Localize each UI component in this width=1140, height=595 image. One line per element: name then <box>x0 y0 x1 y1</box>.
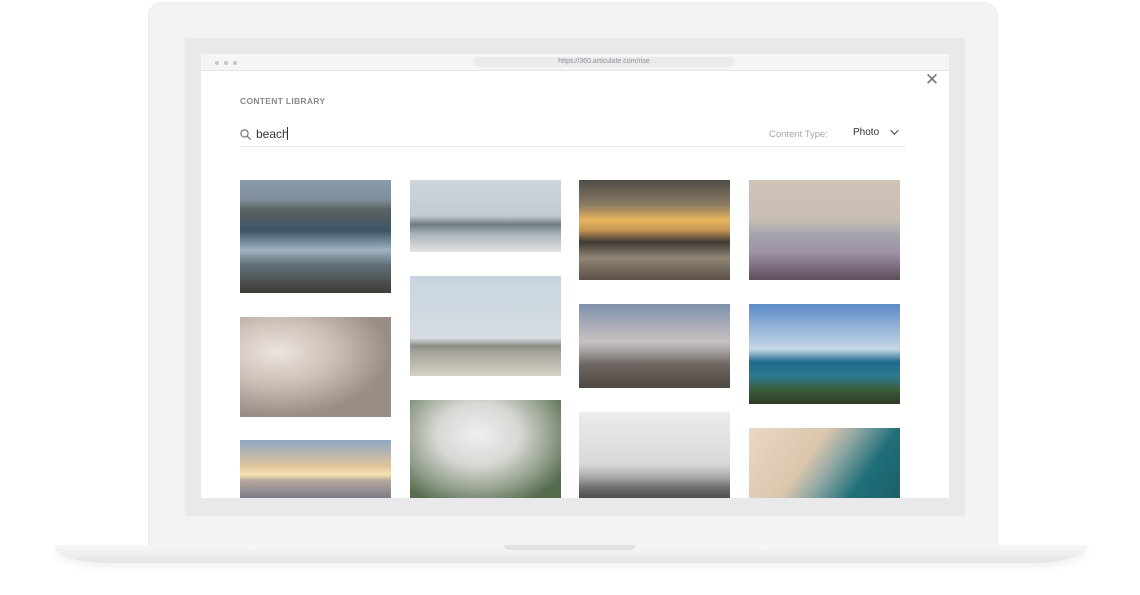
content-type-dropdown[interactable]: Photo <box>853 126 899 141</box>
chevron-down-icon <box>890 126 899 135</box>
window-dot-maximize[interactable] <box>233 61 237 65</box>
beach-photo-foggy-pier[interactable] <box>410 180 561 252</box>
page-title: CONTENT LIBRARY <box>240 96 326 106</box>
search-input[interactable] <box>256 125 556 143</box>
beach-photo-sunrise-horizon[interactable] <box>240 440 391 498</box>
text-caret <box>287 127 288 140</box>
browser-window: https://360.articulate.com/rise ✕ CONTEN… <box>201 54 949 498</box>
beach-photo-hazy-shore[interactable] <box>749 180 900 280</box>
window-dot-minimize[interactable] <box>224 61 228 65</box>
laptop-base-notch <box>504 545 636 550</box>
address-bar[interactable]: https://360.articulate.com/rise <box>473 57 735 67</box>
search-icon <box>240 129 251 140</box>
beach-photo-dusk-sand[interactable] <box>579 304 730 388</box>
content-type-label: Content Type: <box>769 129 828 140</box>
browser-toolbar: https://360.articulate.com/rise <box>201 54 949 71</box>
beach-photo-crowded-shoreline[interactable] <box>410 276 561 376</box>
window-dot-close[interactable] <box>215 61 219 65</box>
header-divider <box>240 146 906 147</box>
content-type-value: Photo <box>853 127 880 138</box>
beach-photo-misty-rocks[interactable] <box>240 317 391 417</box>
beach-photo-gray-sea-figure[interactable] <box>579 412 730 498</box>
beach-photo-golden-sunset[interactable] <box>579 180 730 280</box>
beach-photo-green-hill-coast[interactable] <box>749 304 900 404</box>
close-icon[interactable]: ✕ <box>924 71 940 88</box>
beach-photo-aerial-sand-water[interactable] <box>749 428 900 498</box>
beach-photo-rocky-coast[interactable] <box>240 180 391 293</box>
beach-photo-aerial-fog-town[interactable] <box>410 400 561 498</box>
